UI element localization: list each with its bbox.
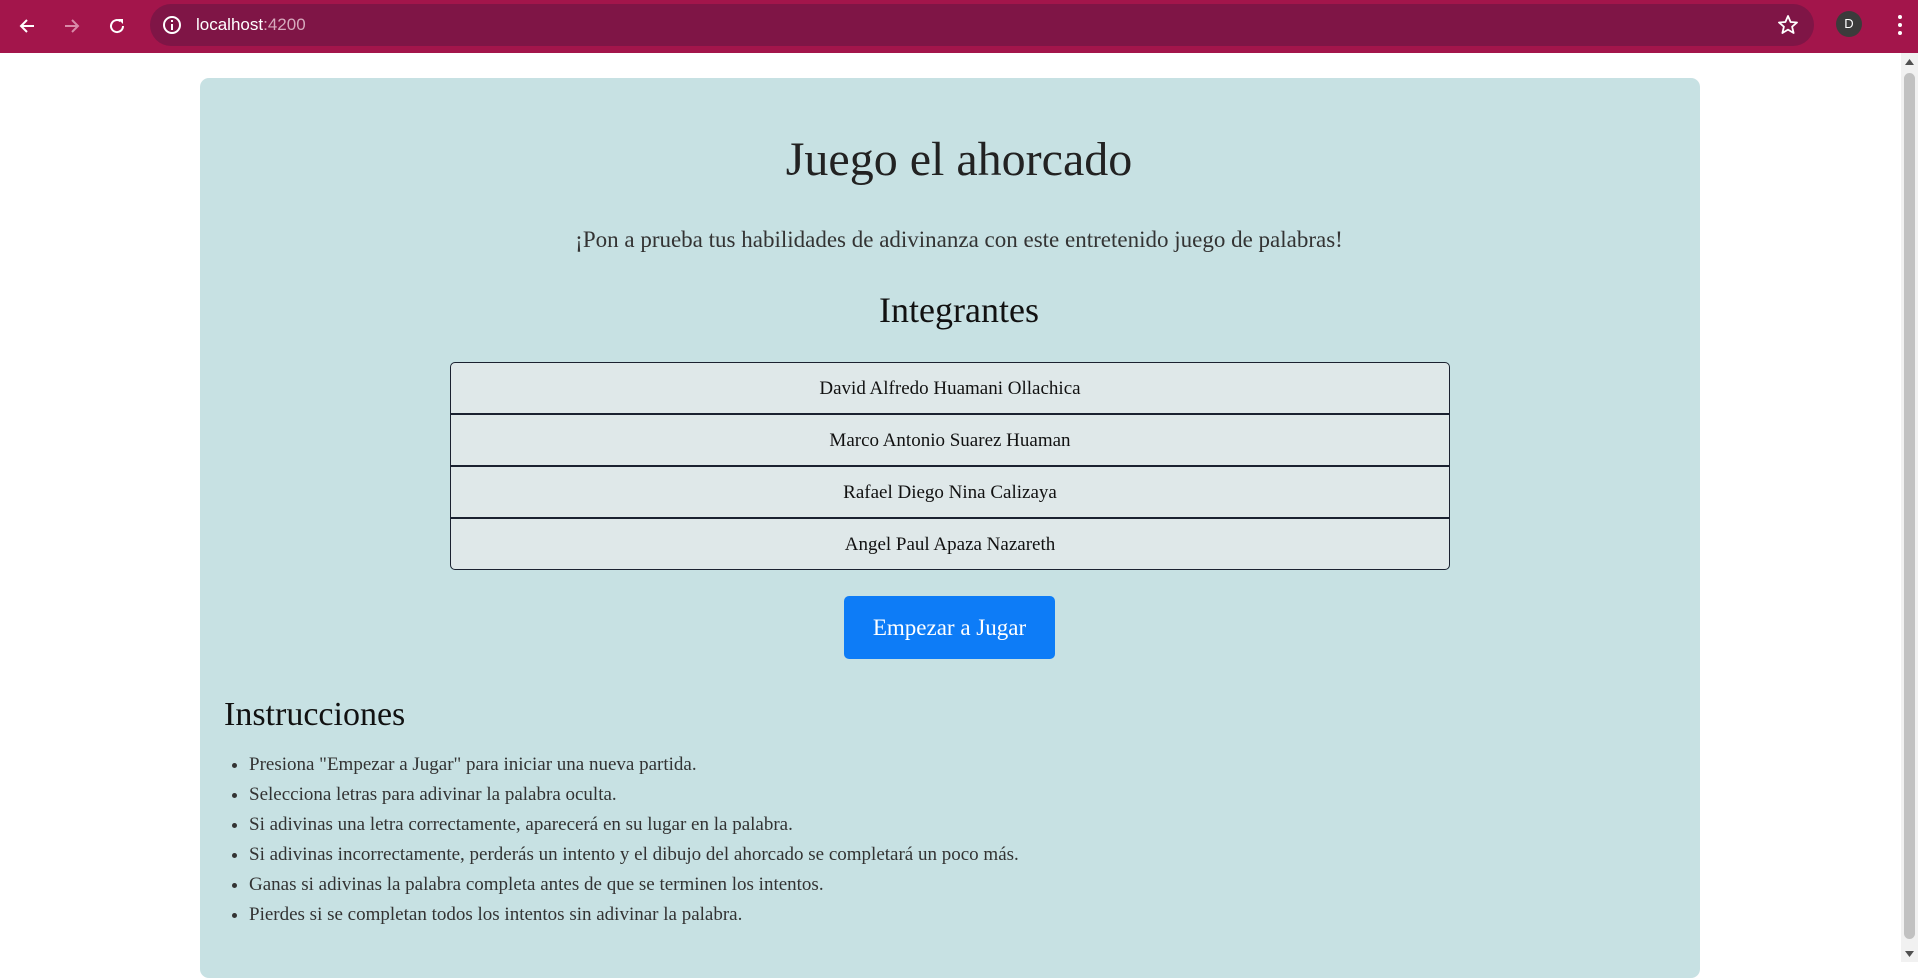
reload-button[interactable] <box>99 8 135 44</box>
instruction-item: Si adivinas una letra correctamente, apa… <box>249 810 1019 840</box>
instructions-heading: Instrucciones <box>224 696 406 733</box>
member-item: Rafael Diego Nina Calizaya <box>451 467 1449 519</box>
scroll-down-icon <box>1905 950 1914 957</box>
star-icon[interactable] <box>1776 13 1800 37</box>
forward-button[interactable] <box>54 8 90 44</box>
instructions-list: Presiona "Empezar a Jugar" para iniciar … <box>224 750 1019 930</box>
scroll-down-arrow[interactable] <box>1901 945 1918 962</box>
back-button[interactable] <box>9 8 45 44</box>
arrow-left-icon <box>19 19 34 33</box>
member-item: Marco Antonio Suarez Huaman <box>451 415 1449 467</box>
url-text[interactable]: localhost:4200 <box>196 4 306 46</box>
browser-toolbar: localhost:4200 D <box>0 0 1918 53</box>
instruction-item: Pierdes si se completan todos los intent… <box>249 900 1019 930</box>
url-host: localhost <box>196 15 264 34</box>
url-port: :4200 <box>263 15 306 34</box>
page-scrollbar[interactable] <box>1901 53 1918 962</box>
arrow-right-icon <box>65 19 80 33</box>
member-item: Angel Paul Apaza Nazareth <box>844 534 1056 555</box>
members-list: David Alfredo Huamani Ollachica Marco An… <box>450 362 1450 570</box>
address-bar[interactable]: localhost:4200 <box>150 4 1814 46</box>
reload-icon <box>110 19 125 34</box>
page-title: Juego el ahorcado <box>785 133 1133 186</box>
page-subtitle: ¡Pon a prueba tus habilidades de adivina… <box>575 227 1343 252</box>
instruction-item: Presiona "Empezar a Jugar" para iniciar … <box>249 750 1019 780</box>
start-game-button[interactable]: Empezar a Jugar <box>844 596 1055 659</box>
profile-avatar[interactable]: D <box>1836 11 1862 37</box>
members-heading: Integrantes <box>879 290 1039 330</box>
kebab-menu-icon[interactable] <box>1888 12 1912 38</box>
scroll-up-icon <box>1905 58 1914 65</box>
member-item: David Alfredo Huamani Ollachica <box>451 363 1449 415</box>
instruction-item: Ganas si adivinas la palabra completa an… <box>249 870 1019 900</box>
instruction-item: Selecciona letras para adivinar la palab… <box>249 780 1019 810</box>
instruction-item: Si adivinas incorrectamente, perderás un… <box>249 840 1019 870</box>
info-icon[interactable] <box>160 13 184 37</box>
scrollbar-thumb[interactable] <box>1904 73 1915 939</box>
scroll-up-arrow[interactable] <box>1901 53 1918 70</box>
